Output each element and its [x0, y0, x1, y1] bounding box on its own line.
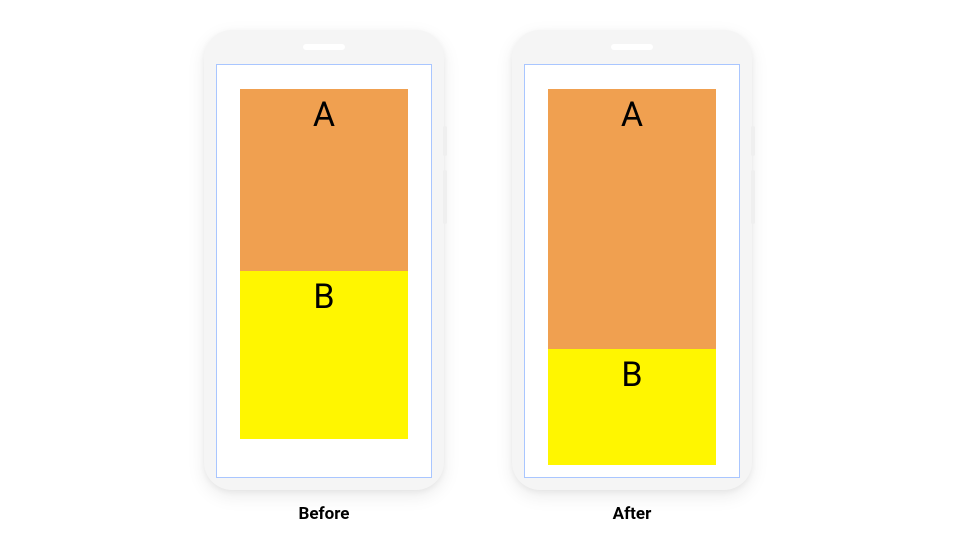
phone-frame: A B [204, 30, 444, 490]
layout-block-a: A [548, 89, 716, 349]
phone-speaker-icon [303, 44, 345, 50]
phone-before: A B Before [204, 30, 444, 524]
phone-speaker-icon [611, 44, 653, 50]
phone-screen: A B [216, 64, 432, 478]
phone-power-button-icon [751, 126, 755, 156]
layout-block-b: B [548, 349, 716, 465]
layout-block-b: B [240, 271, 408, 439]
phone-screen: A B [524, 64, 740, 478]
phone-after: A B After [512, 30, 752, 524]
layout-block-a: A [240, 89, 408, 271]
phone-caption: Before [299, 504, 350, 524]
phone-power-button-icon [443, 126, 447, 156]
phone-volume-button-icon [751, 170, 755, 224]
phone-caption: After [613, 504, 652, 524]
phone-frame: A B [512, 30, 752, 490]
phone-volume-button-icon [443, 170, 447, 224]
